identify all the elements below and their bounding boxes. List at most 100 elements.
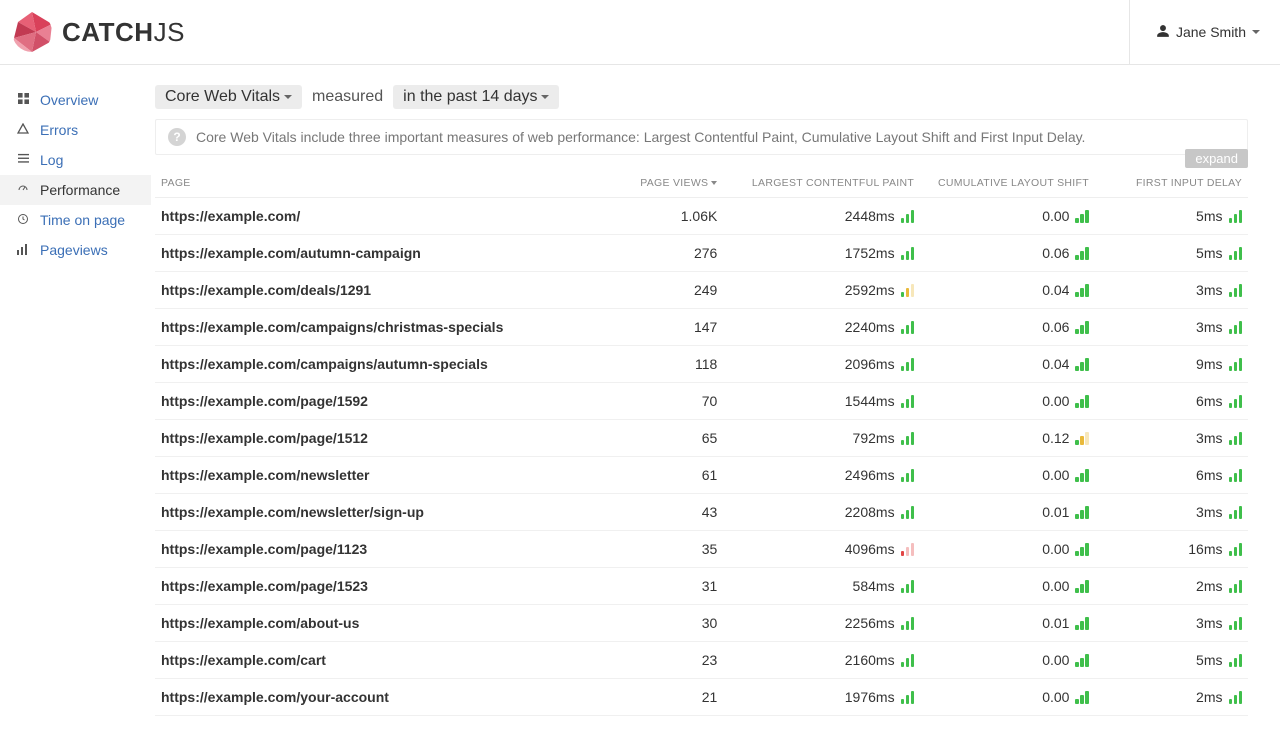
signal-bars-icon bbox=[1229, 357, 1243, 371]
cell-views: 43 bbox=[614, 494, 723, 531]
info-text: Core Web Vitals include three important … bbox=[196, 129, 1085, 145]
cell-lcp: 2256ms bbox=[723, 605, 920, 642]
sidebar-item-log[interactable]: Log bbox=[0, 145, 151, 175]
table-row[interactable]: https://example.com/autumn-campaign27617… bbox=[155, 235, 1248, 272]
signal-bars-icon bbox=[1229, 579, 1243, 593]
col-header-lcp[interactable]: Largest Contentful Paint bbox=[723, 169, 920, 198]
cell-cls: 0.01 bbox=[920, 605, 1095, 642]
cell-fid: 3ms bbox=[1095, 309, 1248, 346]
signal-bars-icon bbox=[1075, 505, 1089, 519]
col-header-page[interactable]: Page bbox=[155, 169, 614, 198]
cell-page: https://example.com/page/1123 bbox=[155, 531, 614, 568]
signal-bars-icon bbox=[1075, 616, 1089, 630]
table-row[interactable]: https://example.com/page/1123354096ms0.0… bbox=[155, 531, 1248, 568]
col-header-cls[interactable]: Cumulative Layout Shift bbox=[920, 169, 1095, 198]
signal-bars-icon bbox=[1229, 320, 1243, 334]
metric-selector-label: Core Web Vitals bbox=[165, 88, 280, 106]
cell-page: https://example.com/autumn-campaign bbox=[155, 235, 614, 272]
user-name: Jane Smith bbox=[1176, 24, 1246, 40]
brand[interactable]: CATCHJS bbox=[12, 12, 185, 52]
user-menu[interactable]: Jane Smith bbox=[1129, 0, 1260, 64]
performance-table: Page Page Views Largest Contentful Paint… bbox=[155, 169, 1248, 716]
timerange-selector[interactable]: in the past 14 days bbox=[393, 85, 559, 109]
cell-cls: 0.00 bbox=[920, 679, 1095, 716]
cell-cls: 0.00 bbox=[920, 642, 1095, 679]
sidebar-item-time-on-page[interactable]: Time on page bbox=[0, 205, 151, 235]
table-row[interactable]: https://example.com/about-us302256ms0.01… bbox=[155, 605, 1248, 642]
signal-bars-icon bbox=[1075, 394, 1089, 408]
table-row[interactable]: https://example.com/campaigns/christmas-… bbox=[155, 309, 1248, 346]
cell-lcp: 2496ms bbox=[723, 457, 920, 494]
sidebar: Overview Errors Log Performance Time on … bbox=[0, 65, 151, 736]
signal-bars-icon bbox=[1229, 246, 1243, 260]
help-icon[interactable]: ? bbox=[168, 128, 186, 146]
cell-cls: 0.00 bbox=[920, 568, 1095, 605]
signal-bars-icon bbox=[901, 653, 915, 667]
col-header-fid[interactable]: First Input Delay bbox=[1095, 169, 1248, 198]
cell-page: https://example.com/newsletter/sign-up bbox=[155, 494, 614, 531]
sidebar-item-label: Pageviews bbox=[40, 242, 108, 258]
signal-bars-icon bbox=[1075, 357, 1089, 371]
table-row[interactable]: https://example.com/campaigns/autumn-spe… bbox=[155, 346, 1248, 383]
sidebar-item-pageviews[interactable]: Pageviews bbox=[0, 235, 151, 265]
signal-bars-icon bbox=[1229, 505, 1243, 519]
timerange-selector-label: in the past 14 days bbox=[403, 88, 537, 106]
cell-lcp: 2240ms bbox=[723, 309, 920, 346]
brand-text: CATCHJS bbox=[62, 17, 185, 48]
signal-bars-icon bbox=[1075, 209, 1089, 223]
cell-lcp: 2208ms bbox=[723, 494, 920, 531]
gauge-icon bbox=[14, 183, 32, 198]
measured-text: measured bbox=[308, 85, 387, 109]
cell-fid: 3ms bbox=[1095, 605, 1248, 642]
cell-lcp: 2160ms bbox=[723, 642, 920, 679]
cell-views: 65 bbox=[614, 420, 723, 457]
cell-page: https://example.com/newsletter bbox=[155, 457, 614, 494]
sidebar-item-label: Errors bbox=[40, 122, 78, 138]
cell-views: 35 bbox=[614, 531, 723, 568]
expand-button[interactable]: expand bbox=[1185, 149, 1248, 168]
table-row[interactable]: https://example.com/your-account211976ms… bbox=[155, 679, 1248, 716]
cell-page: https://example.com/page/1523 bbox=[155, 568, 614, 605]
signal-bars-icon bbox=[901, 616, 915, 630]
sidebar-item-label: Log bbox=[40, 152, 63, 168]
table-row[interactable]: https://example.com/deals/12912492592ms0… bbox=[155, 272, 1248, 309]
signal-bars-icon bbox=[1075, 431, 1089, 445]
cell-fid: 5ms bbox=[1095, 198, 1248, 235]
table-row[interactable]: https://example.com/newsletter/sign-up43… bbox=[155, 494, 1248, 531]
metric-selector[interactable]: Core Web Vitals bbox=[155, 85, 302, 109]
signal-bars-icon bbox=[1229, 468, 1243, 482]
signal-bars-icon bbox=[1075, 579, 1089, 593]
table-row[interactable]: https://example.com/1.06K2448ms0.005ms bbox=[155, 198, 1248, 235]
table-row[interactable]: https://example.com/newsletter612496ms0.… bbox=[155, 457, 1248, 494]
caret-down-icon bbox=[284, 95, 292, 99]
cell-fid: 3ms bbox=[1095, 420, 1248, 457]
table-row[interactable]: https://example.com/page/152331584ms0.00… bbox=[155, 568, 1248, 605]
cell-fid: 2ms bbox=[1095, 568, 1248, 605]
cell-fid: 6ms bbox=[1095, 383, 1248, 420]
grid-icon bbox=[14, 93, 32, 107]
signal-bars-icon bbox=[901, 690, 915, 704]
table-row[interactable]: https://example.com/cart232160ms0.005ms bbox=[155, 642, 1248, 679]
cell-cls: 0.12 bbox=[920, 420, 1095, 457]
col-header-pageviews[interactable]: Page Views bbox=[614, 169, 723, 198]
cell-fid: 5ms bbox=[1095, 235, 1248, 272]
cell-lcp: 2592ms bbox=[723, 272, 920, 309]
table-row[interactable]: https://example.com/page/1592701544ms0.0… bbox=[155, 383, 1248, 420]
list-icon bbox=[14, 153, 32, 167]
user-icon bbox=[1156, 24, 1170, 41]
signal-bars-icon bbox=[901, 357, 915, 371]
cell-views: 147 bbox=[614, 309, 723, 346]
signal-bars-icon bbox=[1229, 283, 1243, 297]
sidebar-item-overview[interactable]: Overview bbox=[0, 85, 151, 115]
signal-bars-icon bbox=[901, 320, 915, 334]
cell-cls: 0.04 bbox=[920, 272, 1095, 309]
cell-cls: 0.06 bbox=[920, 235, 1095, 272]
table-row[interactable]: https://example.com/page/151265792ms0.12… bbox=[155, 420, 1248, 457]
app-header: CATCHJS Jane Smith bbox=[0, 0, 1280, 65]
cell-views: 1.06K bbox=[614, 198, 723, 235]
cell-views: 31 bbox=[614, 568, 723, 605]
signal-bars-icon bbox=[1075, 246, 1089, 260]
sidebar-item-errors[interactable]: Errors bbox=[0, 115, 151, 145]
cell-lcp: 1544ms bbox=[723, 383, 920, 420]
sidebar-item-performance[interactable]: Performance bbox=[0, 175, 151, 205]
